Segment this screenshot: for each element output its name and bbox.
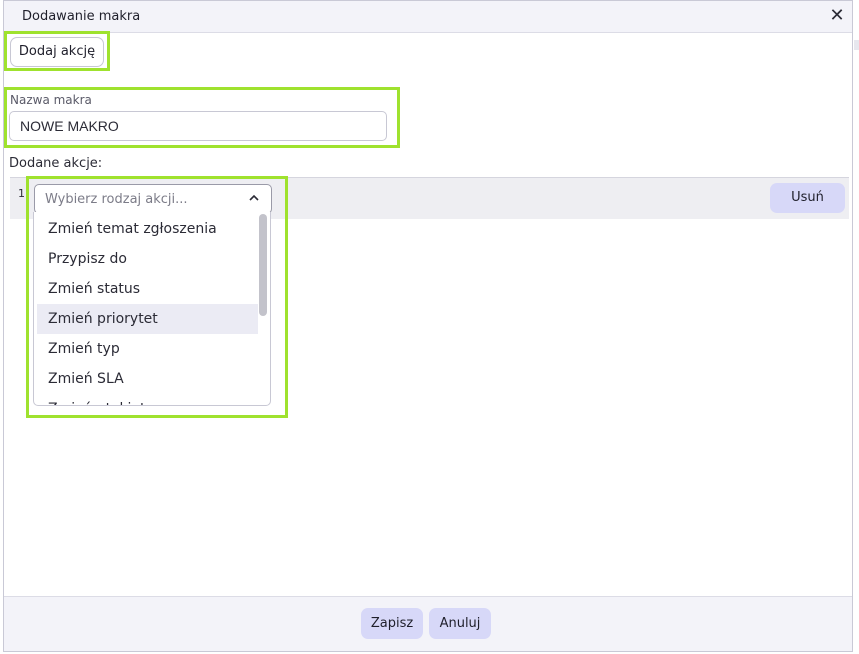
dropdown-option[interactable]: Zmień status	[37, 274, 258, 304]
dropdown-option[interactable]: Zmień typ	[37, 334, 258, 364]
dropdown-option-partial[interactable]: Zmień etykiety	[37, 394, 258, 405]
macro-name-input[interactable]	[9, 111, 387, 141]
chevron-up-icon	[249, 194, 259, 201]
cancel-button[interactable]: Anuluj	[429, 608, 491, 639]
background-edge	[854, 40, 859, 50]
save-button[interactable]: Zapisz	[361, 608, 423, 639]
close-icon[interactable]: ✕	[828, 7, 846, 25]
dropdown-scrollbar[interactable]	[259, 214, 267, 316]
action-type-placeholder: Wybierz rodzaj akcji...	[45, 192, 188, 207]
dialog-title-bar: Dodawanie makra ✕	[4, 1, 852, 33]
add-action-button[interactable]: Dodaj akcję	[10, 37, 104, 67]
macro-name-label: Nazwa makra	[10, 93, 92, 107]
dropdown-option[interactable]: Zmień temat zgłoszenia	[37, 214, 258, 244]
action-row-number: 1	[18, 187, 25, 200]
dropdown-option[interactable]: Przypisz do	[37, 244, 258, 274]
dialog-title: Dodawanie makra	[22, 9, 141, 24]
action-type-select[interactable]: Wybierz rodzaj akcji...	[34, 184, 272, 214]
dialog-footer: Zapisz Anuluj	[4, 596, 852, 651]
remove-action-button[interactable]: Usuń	[770, 183, 845, 213]
added-actions-label: Dodane akcje:	[9, 156, 103, 171]
dropdown-option[interactable]: Zmień SLA	[37, 364, 258, 394]
action-type-dropdown: Zmień temat zgłoszenia Przypisz do Zmień…	[33, 212, 271, 406]
dropdown-option-hovered[interactable]: Zmień priorytet	[37, 304, 258, 334]
